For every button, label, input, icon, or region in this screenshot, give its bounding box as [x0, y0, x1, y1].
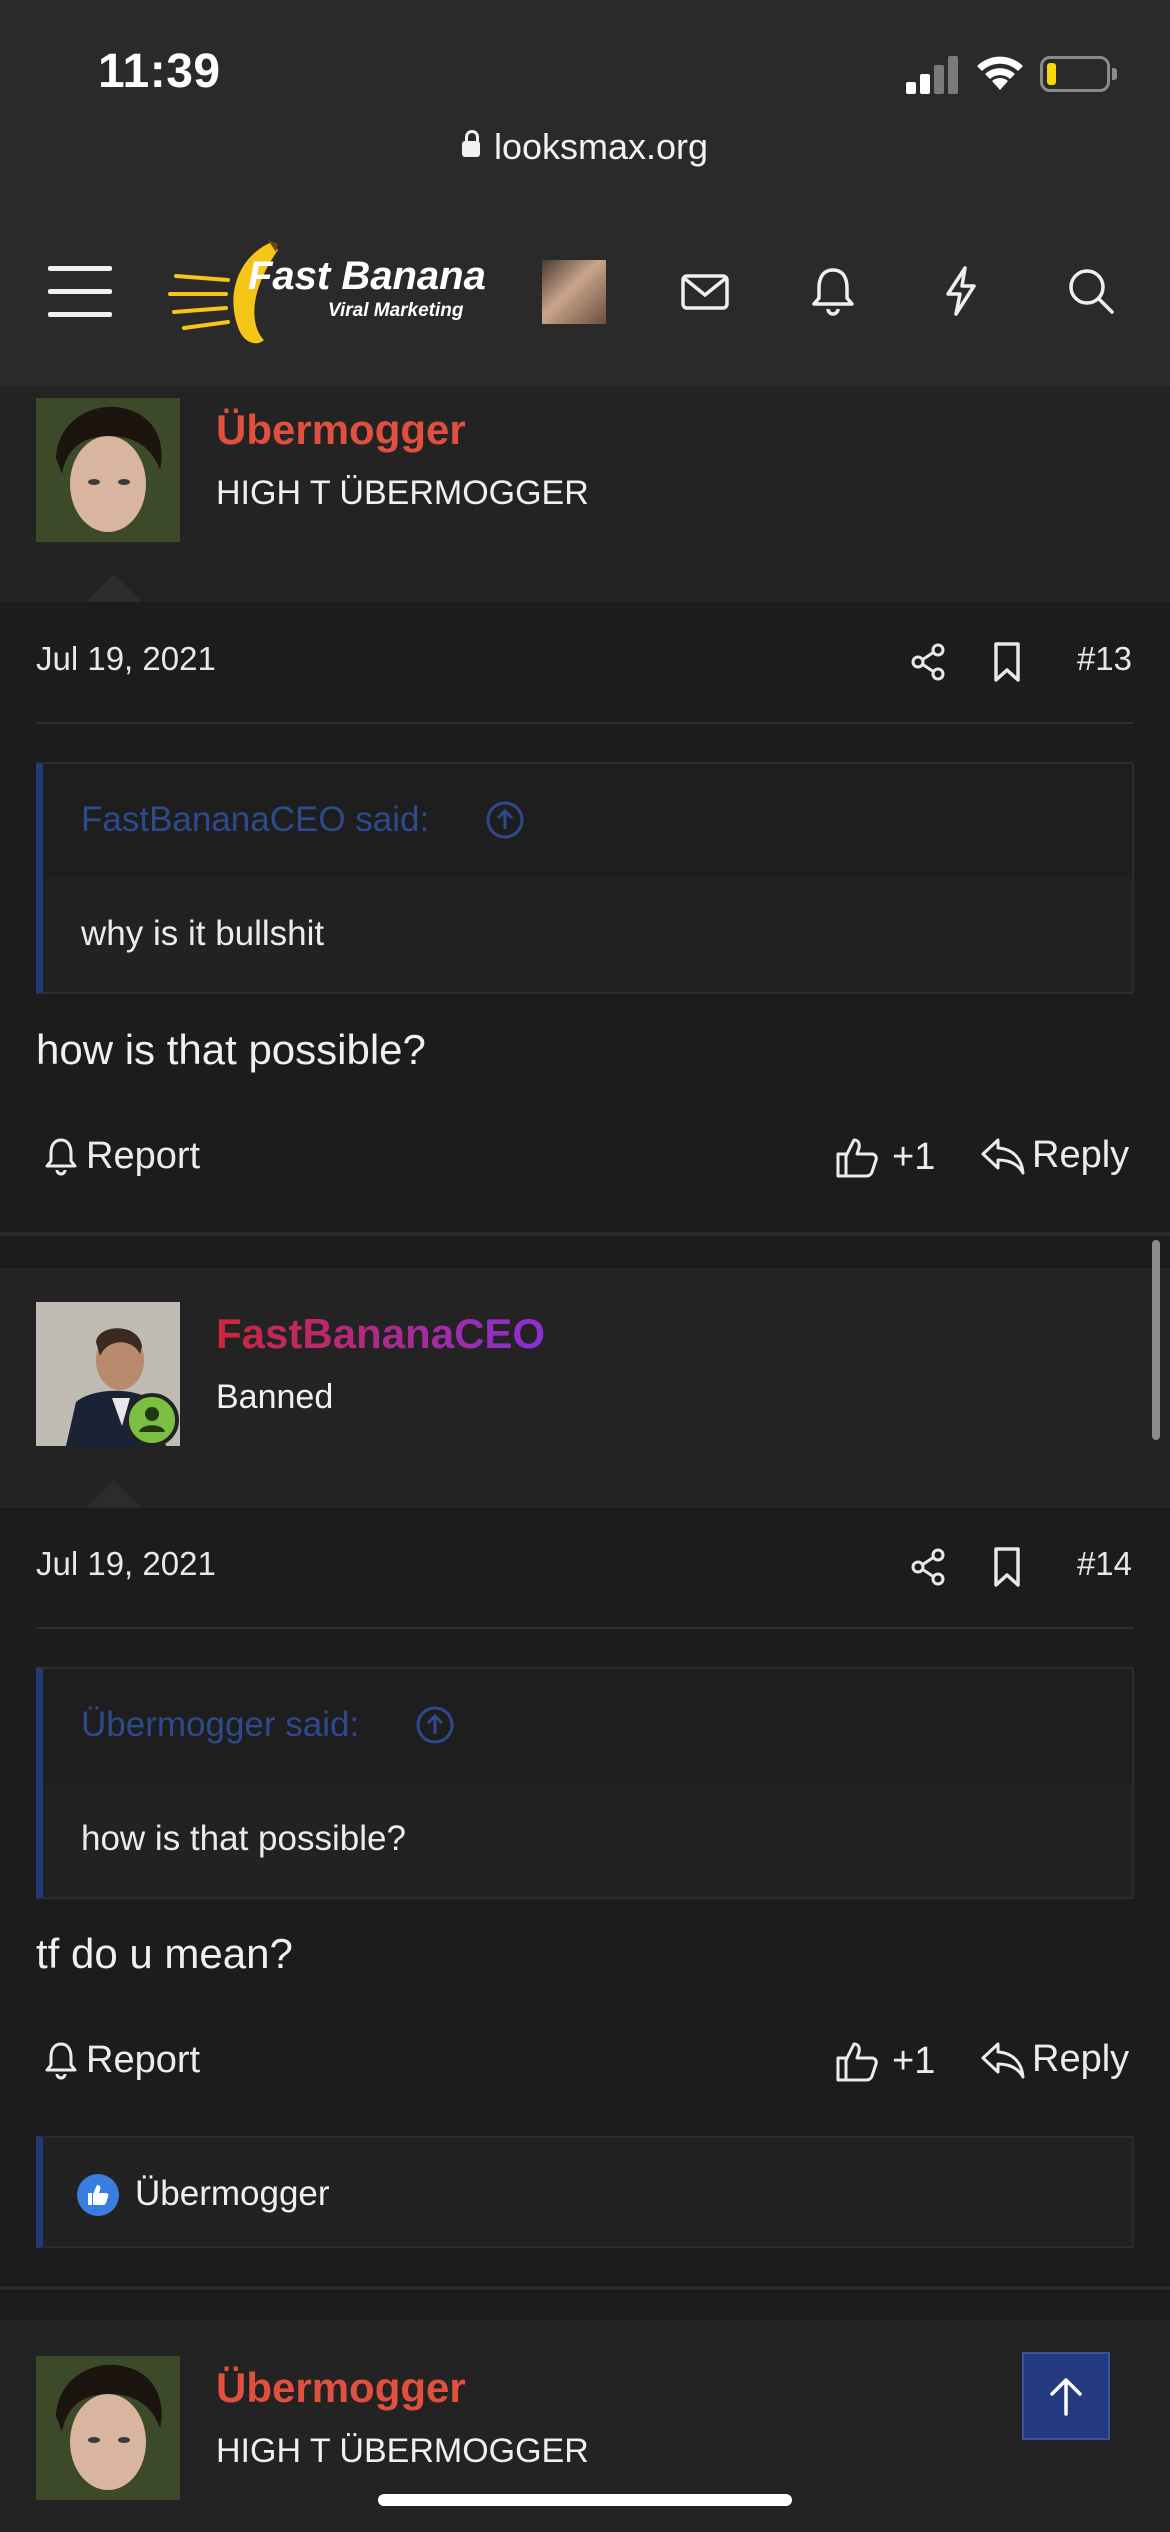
report-label: Report: [86, 1134, 201, 1177]
browser-chrome: 11:39 looksmax.org: [0, 0, 1170, 196]
post-body: how is that possible?: [36, 1026, 426, 1073]
post-actions: Report +1 Reply: [0, 1130, 1170, 1190]
avatar[interactable]: [36, 398, 180, 542]
online-status-icon: [125, 1393, 179, 1447]
post-date[interactable]: Jul 19, 2021: [36, 640, 216, 678]
cellular-signal-icon: [906, 54, 958, 94]
reply-icon: [981, 2042, 1025, 2078]
quote-author[interactable]: FastBananaCEO said:: [81, 800, 429, 840]
lock-icon: [461, 130, 480, 157]
logo-subtitle: Viral Marketing: [328, 300, 464, 321]
post-actions: Report +1 Reply: [0, 2034, 1170, 2094]
username[interactable]: Übermogger: [216, 2364, 466, 2412]
site-header: Fast Banana Viral Marketing: [0, 196, 1170, 386]
quote-author[interactable]: Übermogger said:: [81, 1705, 359, 1745]
user-title: Banned: [216, 1378, 334, 1416]
quote-text: why is it bullshit: [81, 914, 325, 953]
lightning-icon[interactable]: [932, 262, 990, 320]
logo-title: Fast Banana: [248, 254, 486, 298]
user-title: HIGH T ÜBERMOGGER: [216, 474, 589, 512]
battery-icon: [1040, 56, 1117, 92]
bell-icon: [45, 1138, 77, 1176]
fast-banana-logo[interactable]: Fast Banana Viral Marketing: [168, 236, 486, 351]
arrow-up-circle-icon[interactable]: [485, 800, 525, 840]
post-body: tf do u mean?: [36, 1930, 293, 1977]
arrow-up-icon: [1050, 2378, 1082, 2416]
divider: [36, 1627, 1134, 1629]
user-title: HIGH T ÜBERMOGGER: [216, 2432, 589, 2470]
share-icon[interactable]: [906, 640, 950, 684]
like-button[interactable]: +1: [834, 1134, 935, 1180]
reply-button[interactable]: Reply: [980, 1134, 1129, 1177]
home-indicator[interactable]: [378, 2494, 792, 2506]
bell-icon: [45, 2042, 77, 2080]
reactions-bar[interactable]: Übermogger: [36, 2136, 1134, 2248]
url-text: looksmax.org: [493, 126, 709, 167]
bell-icon[interactable]: [804, 262, 862, 320]
post-user-bar: Übermogger HIGH T ÜBERMOGGER: [0, 386, 1170, 602]
reply-button[interactable]: Reply: [980, 2038, 1129, 2081]
thumbs-up-icon: [836, 1138, 878, 1178]
like-count: +1: [892, 2039, 936, 2082]
scroll-to-top-button[interactable]: [1022, 2352, 1110, 2440]
mail-icon[interactable]: [676, 262, 734, 320]
post-separator: [0, 2286, 1170, 2290]
like-count: +1: [892, 1135, 936, 1178]
like-button[interactable]: +1: [834, 2038, 935, 2084]
quote-block: FastBananaCEO said: why is it bullshit: [36, 762, 1134, 994]
divider: [36, 722, 1134, 724]
quote-text: how is that possible?: [81, 1819, 406, 1858]
reaction-user[interactable]: Übermogger: [135, 2174, 330, 2214]
share-icon[interactable]: [906, 1545, 950, 1589]
post-number[interactable]: #13: [1077, 640, 1132, 678]
bookmark-icon[interactable]: [988, 640, 1026, 684]
username[interactable]: Übermogger: [216, 406, 466, 454]
scrollbar[interactable]: [1152, 1240, 1160, 1440]
post-date[interactable]: Jul 19, 2021: [36, 1545, 216, 1583]
arrow-up-circle-icon[interactable]: [415, 1705, 455, 1745]
username[interactable]: FastBananaCEO: [216, 1310, 545, 1358]
account-avatar[interactable]: [542, 260, 606, 324]
quote-block: Übermogger said: how is that possible?: [36, 1667, 1134, 1899]
reply-label: Reply: [1032, 2038, 1130, 2080]
report-button[interactable]: Report: [42, 1134, 200, 1178]
address-bar[interactable]: looksmax.org: [0, 126, 1170, 168]
report-button[interactable]: Report: [42, 2038, 200, 2082]
menu-icon[interactable]: [48, 266, 112, 318]
avatar[interactable]: [36, 2356, 180, 2500]
reply-icon: [981, 1138, 1025, 1174]
wifi-icon: [977, 56, 1023, 90]
post-user-bar: FastBananaCEO Banned: [0, 1268, 1170, 1508]
reply-label: Reply: [1032, 1134, 1130, 1176]
thumbs-up-icon: [836, 2042, 878, 2082]
status-time: 11:39: [98, 45, 221, 98]
report-label: Report: [86, 2038, 201, 2081]
bookmark-icon[interactable]: [988, 1545, 1026, 1589]
post-number[interactable]: #14: [1077, 1545, 1132, 1583]
post-separator: [0, 1232, 1170, 1236]
like-reaction-icon: [77, 2174, 119, 2216]
search-icon[interactable]: [1062, 262, 1120, 320]
